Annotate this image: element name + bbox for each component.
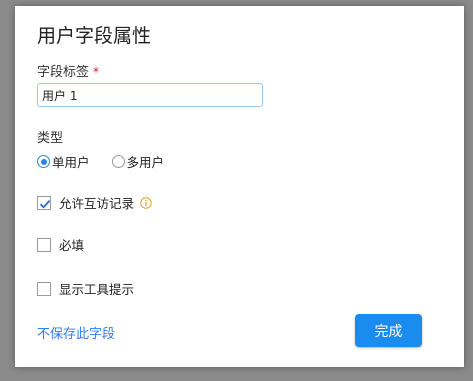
dialog-title: 用户字段属性 [37, 25, 152, 47]
field-label-input[interactable] [37, 83, 263, 107]
discard-field-link[interactable]: 不保存此字段 [37, 323, 115, 342]
required-indicator: * [93, 65, 100, 79]
radio-multi-user-label: 多用户 [126, 155, 165, 170]
field-label-heading: 字段标签 * [37, 61, 99, 80]
type-heading: 类型 [37, 131, 64, 146]
radio-button-single[interactable] [37, 155, 50, 168]
option-required[interactable]: 必填 [37, 235, 84, 254]
radio-single-user[interactable]: 单用户 [37, 152, 90, 171]
checkbox-show-tooltip[interactable] [37, 281, 51, 296]
checkmark-icon [39, 199, 51, 208]
option-required-label: 必填 [59, 238, 85, 253]
checkbox-required[interactable] [37, 237, 51, 252]
option-show-tooltip[interactable]: 显示工具提示 [37, 279, 134, 298]
field-label-text: 字段标签 [37, 65, 90, 80]
info-circle-icon[interactable] [140, 196, 152, 209]
done-button[interactable]: 完成 [355, 314, 422, 347]
option-allow-mutual-records-label: 允许互访记录 [59, 196, 135, 211]
radio-button-multi[interactable] [111, 155, 125, 168]
checkbox-allow-mutual-records[interactable] [37, 195, 51, 210]
field-properties-dialog: 用户字段属性 字段标签* 类型 单用户 多用户 允许互访记录 必填 [15, 6, 464, 367]
user-type-radio-group: 单用户 多用户 [37, 152, 186, 171]
option-show-tooltip-label: 显示工具提示 [59, 282, 135, 297]
radio-single-user-label: 单用户 [52, 155, 90, 170]
option-allow-mutual-records[interactable]: 允许互访记录 [37, 193, 152, 212]
radio-multi-user[interactable]: 多用户 [111, 152, 165, 171]
